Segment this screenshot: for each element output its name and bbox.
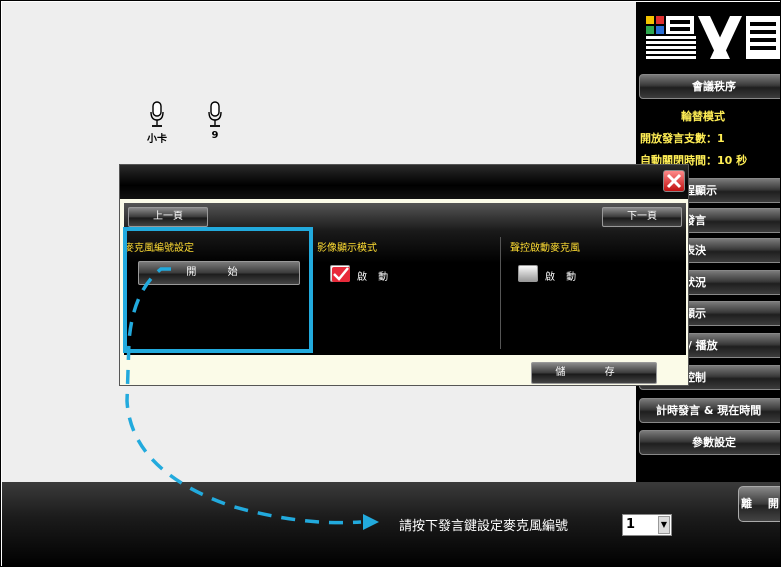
mic-seat[interactable]: 小卡 <box>139 101 175 145</box>
mic-number-select[interactable]: 1 ▼ <box>622 514 672 536</box>
mic-number-value: 1 <box>626 517 636 532</box>
next-page-button[interactable]: 下一頁 <box>602 207 682 227</box>
video-mode-title: 影像顯示模式 <box>317 243 377 254</box>
parameter-settings-button[interactable]: 參數設定 <box>639 430 780 455</box>
meeting-order-button[interactable]: 會議秩序 <box>639 74 780 99</box>
rotation-mode-text: 輪替模式 <box>681 110 725 123</box>
highlight-box <box>123 227 313 353</box>
instruction-text: 請按下發言鍵設定麥克風編號 <box>399 519 569 534</box>
save-button[interactable]: 儲 存 <box>531 362 657 384</box>
voice-mode-checkbox[interactable] <box>518 265 538 282</box>
mic-label: 9 <box>211 130 219 141</box>
prev-page-button[interactable]: 上一頁 <box>128 207 208 227</box>
open-speech-count-text: 開放發言支數：1 <box>640 132 725 145</box>
app-window: 小卡 9 會議秩序 輪替模式 開放發言支數：1 自動關閉時間：10 秒 議流程顯… <box>0 0 781 567</box>
leave-button[interactable]: 離 開 <box>738 486 780 522</box>
mic-label: 小卡 <box>147 134 167 145</box>
mic-seat[interactable]: 9 <box>197 101 233 141</box>
dialog-titlebar <box>120 165 688 199</box>
close-icon[interactable] <box>663 170 685 192</box>
video-mode-checkbox-label: 啟 動 <box>357 272 393 283</box>
brand-logo <box>646 16 780 59</box>
dropdown-arrow-icon[interactable]: ▼ <box>658 516 670 534</box>
section-divider <box>500 237 501 349</box>
voice-mode-title: 聲控啟動麥克風 <box>510 243 580 254</box>
timed-speech-current-time-button[interactable]: 計時發言 & 現在時間 <box>639 398 780 423</box>
video-mode-checkbox[interactable] <box>330 265 350 282</box>
checkmark-icon <box>332 267 350 282</box>
voice-mode-checkbox-label: 啟 動 <box>545 272 581 283</box>
microphone-icon <box>150 101 164 127</box>
microphone-icon <box>208 101 222 127</box>
